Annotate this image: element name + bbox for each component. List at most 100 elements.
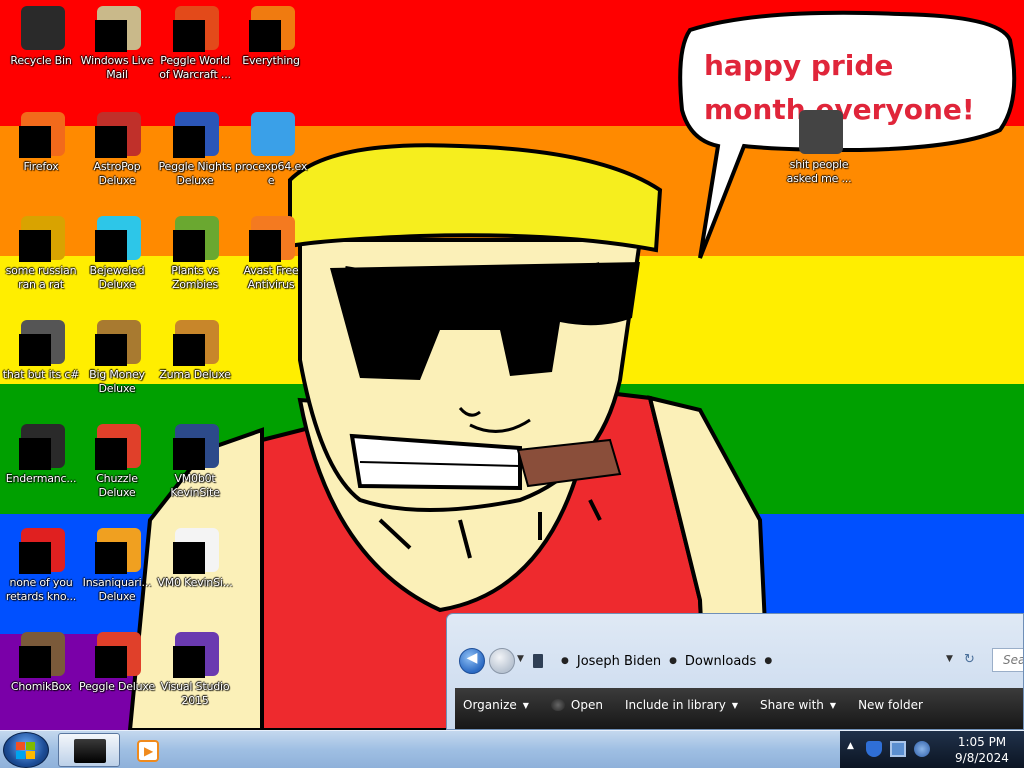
security-shield-icon[interactable] (866, 741, 882, 757)
desktop-icon[interactable]: that but its c# (2, 318, 80, 382)
desktop-icon[interactable]: Windows Live Mail (78, 4, 156, 82)
desktop-icon-label: Bejeweled Deluxe (89, 264, 145, 291)
desktop-icon[interactable]: AstroPop Deluxe (78, 110, 156, 188)
system-tray: ▲ 1:05 PM 9/8/2024 (840, 731, 1024, 768)
icon-image (21, 6, 65, 50)
new-folder-button[interactable]: New folder (850, 696, 931, 714)
desktop-icon-label: VM0 KevinSi... (157, 576, 233, 589)
desktop-icon[interactable]: Plants vs Zombies (156, 214, 234, 292)
desktop-icon-label: Avast Free Antivirus (243, 264, 299, 291)
breadcrumb[interactable]: ● Joseph Biden ● Downloads ● (533, 650, 973, 672)
open-button[interactable]: Open (543, 696, 611, 714)
redaction-box (173, 438, 205, 470)
breadcrumb-separator-icon[interactable]: ● (669, 656, 677, 666)
peggle-deluxe-icon (93, 630, 141, 678)
astropop-icon (93, 110, 141, 158)
desktop-icon-label: Firefox (23, 160, 59, 173)
new-folder-label: New folder (858, 698, 923, 712)
redaction-box (95, 334, 127, 366)
refresh-icon[interactable]: ↻ (964, 652, 975, 667)
folder-icon (795, 108, 843, 156)
include-in-library-button[interactable]: Include in library ▼ (617, 696, 746, 714)
desktop-icon-label: none of you retards kno... (5, 576, 77, 603)
desktop-icon-label: procexp64.exe (234, 160, 308, 187)
money-bag-icon (93, 318, 141, 366)
redaction-box (173, 20, 205, 52)
taskbar-explorer-button[interactable] (58, 733, 120, 767)
history-dropdown-icon[interactable]: ▼ (517, 654, 524, 664)
chevron-down-icon: ▼ (522, 700, 529, 710)
windows-logo-icon (16, 742, 36, 760)
organize-button[interactable]: Organize ▼ (455, 696, 537, 714)
start-button[interactable] (3, 732, 49, 768)
redaction-box (19, 646, 51, 678)
share-with-label: Share with (760, 698, 824, 712)
chevron-down-icon: ▼ (731, 700, 738, 710)
desktop-icon[interactable]: Chuzzle Deluxe (78, 422, 156, 500)
desktop-icon[interactable]: ChomikBox (2, 630, 80, 694)
redaction-box (95, 438, 127, 470)
back-button[interactable]: ◀ (459, 648, 485, 674)
terminal-icon (17, 422, 65, 470)
redaction-box (249, 230, 281, 262)
desktop-icon-label: AstroPop Deluxe (93, 160, 141, 187)
desktop-icon[interactable]: Recycle Bin (2, 4, 80, 68)
forward-button[interactable] (489, 648, 515, 674)
desktop-icon[interactable]: Visual Studio 2015 (156, 630, 234, 708)
desktop-icon-label: Visual Studio 2015 (160, 680, 230, 707)
desktop-icon-label: ChomikBox (10, 680, 72, 693)
clock[interactable]: 1:05 PM 9/8/2024 (940, 734, 1024, 766)
desktop-icon[interactable]: Avast Free Antivirus (232, 214, 310, 292)
vm-icon (171, 422, 219, 470)
desktop-icon[interactable]: Firefox (2, 110, 80, 174)
desktop-icon[interactable]: Peggle World of Warcraft ... (156, 4, 234, 82)
chuzzle-icon (93, 422, 141, 470)
desktop-icon[interactable]: none of you retards kno... (2, 526, 80, 604)
redaction-box (19, 542, 51, 574)
peggle-icon (171, 4, 219, 52)
show-hidden-icons-icon[interactable]: ▲ (847, 741, 854, 751)
open-icon (550, 699, 565, 711)
share-with-button[interactable]: Share with ▼ (752, 696, 844, 714)
desktop-icon[interactable]: shit people asked me ... (780, 108, 858, 186)
breadcrumb-item-user[interactable]: Joseph Biden (577, 654, 661, 669)
desktop-icon-label: Plants vs Zombies (171, 264, 219, 291)
search-input[interactable]: Sear (992, 648, 1023, 672)
back-arrow-icon: ◀ (466, 650, 478, 666)
gem-icon (93, 214, 141, 262)
desktop-icon[interactable]: some russian ran a rat (2, 214, 80, 292)
desktop-icon[interactable]: Peggle Nights Deluxe (156, 110, 234, 188)
breadcrumb-separator-icon[interactable]: ● (764, 656, 772, 666)
desktop-icon[interactable]: Everything (232, 4, 310, 68)
desktop-icon-label: Everything (242, 54, 300, 67)
breadcrumb-separator-icon[interactable]: ● (561, 656, 569, 666)
desktop-icon[interactable]: Bejeweled Deluxe (78, 214, 156, 292)
taskbar-media-player-button[interactable]: ▶ (128, 733, 168, 767)
explorer-window[interactable]: ◀ ▼ ● Joseph Biden ● Downloads ● ▼ ↻ Sea… (446, 613, 1024, 730)
zuma-icon (171, 318, 219, 366)
desktop-icon-label: Chuzzle Deluxe (96, 472, 138, 499)
desktop-icon-label: Big Money Deluxe (89, 368, 145, 395)
volume-icon[interactable] (914, 741, 930, 757)
address-dropdown-icon[interactable]: ▼ (946, 654, 953, 664)
redaction-box (173, 230, 205, 262)
redaction-box (19, 334, 51, 366)
desktop-icon-label: VM0b0t KevinSite (170, 472, 220, 499)
chevron-down-icon: ▼ (829, 700, 837, 710)
desktop-icon[interactable]: Peggle Deluxe (78, 630, 156, 694)
redaction-box (95, 646, 127, 678)
desktop-icon[interactable]: Insaniquari... Deluxe (78, 526, 156, 604)
network-icon[interactable] (890, 741, 906, 757)
desktop-icon-label: that but its c# (2, 368, 80, 381)
desktop-icon[interactable]: VM0 KevinSi... (156, 526, 234, 590)
desktop-icon[interactable]: VM0b0t KevinSite (156, 422, 234, 500)
desktop-icon[interactable]: procexp64.exe (232, 110, 310, 188)
icon-image (251, 112, 295, 156)
desktop-icon[interactable]: Big Money Deluxe (78, 318, 156, 396)
explorer-folder-icon (74, 739, 106, 763)
desktop-icon[interactable]: Endermanc... (2, 422, 80, 486)
avast-icon (247, 214, 295, 262)
breadcrumb-item-downloads[interactable]: Downloads (685, 654, 756, 669)
desktop-icon[interactable]: Zuma Deluxe (156, 318, 234, 382)
search-magnifier-icon (247, 4, 295, 52)
